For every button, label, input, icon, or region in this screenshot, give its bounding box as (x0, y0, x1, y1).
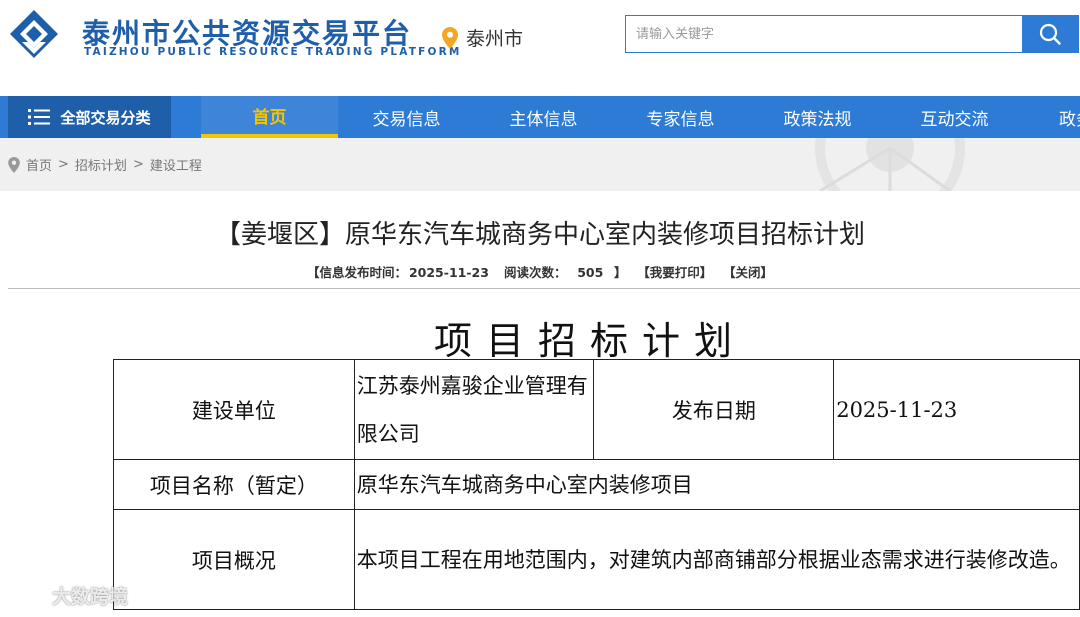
views-count: 505 (577, 265, 604, 280)
table-label: 项目名称（暂定） (113, 459, 355, 510)
nav-expert-info[interactable]: 专家信息 (612, 96, 749, 138)
search-button[interactable] (1022, 16, 1078, 52)
watermark-text: 大数跨境 (52, 586, 129, 608)
all-categories-button[interactable]: 全部交易分类 (8, 96, 171, 138)
location-city: 泰州市 (466, 28, 524, 50)
breadcrumb-construction[interactable]: 建设工程 (150, 155, 202, 174)
platform-logo-icon[interactable] (8, 8, 60, 60)
document-title: 项目招标计划 (433, 319, 746, 363)
table-row: 项目概况 本项目工程在用地范围内，对建筑内部商铺部分根据业态需求进行装修改造。 (113, 509, 1080, 610)
publish-label: 【信息发布时间： (306, 265, 407, 280)
nav-policy[interactable]: 政策法规 (749, 96, 886, 138)
main-nav: 全部交易分类 首页 交易信息 主体信息 专家信息 政策法规 互动交流 政务 (0, 96, 1080, 138)
table-value: 2025-11-23 (833, 359, 1080, 460)
print-link[interactable]: 【我要打印】 (637, 265, 712, 280)
location-selector[interactable]: 泰州市 (442, 24, 523, 51)
table-value: 本项目工程在用地范围内，对建筑内部商铺部分根据业态需求进行装修改造。 (353, 509, 1080, 610)
breadcrumb-home[interactable]: 首页 (26, 155, 52, 174)
watermark: 大数跨境 (8, 582, 128, 609)
table-row: 项目名称（暂定） 原华东汽车城商务中心室内装修项目 (113, 459, 1080, 510)
meta-close-bracket: 】 (614, 265, 627, 280)
location-pin-icon (442, 26, 458, 49)
table-label: 发布日期 (593, 359, 835, 460)
nav-government[interactable]: 政务 (1023, 96, 1080, 138)
table-row: 建设单位 江苏泰州嘉骏企业管理有限公司 发布日期 2025-11-23 (113, 359, 1080, 460)
table-label: 项目概况 (113, 509, 355, 610)
watermark-logo-icon (8, 586, 48, 605)
nav-interaction[interactable]: 互动交流 (886, 96, 1023, 138)
all-categories-label: 全部交易分类 (60, 108, 151, 127)
article-meta: 【信息发布时间： 2025-11-23 阅读次数： 505 】 【我要打印】 【关… (0, 262, 1080, 281)
close-link[interactable]: 【关闭】 (723, 265, 773, 280)
breadcrumb-tender-plan[interactable]: 招标计划 (75, 155, 127, 174)
project-info-table: 建设单位 江苏泰州嘉骏企业管理有限公司 发布日期 2025-11-23 项目名称… (113, 359, 1080, 610)
table-label: 建设单位 (113, 359, 355, 460)
search-input[interactable] (626, 16, 1042, 52)
publish-time: 2025-11-23 (408, 265, 489, 280)
site-header: 泰州市公共资源交易平台 TAIZHOU PUBLIC RESOURCE TRAD… (0, 0, 1080, 96)
breadcrumb-separator: > (132, 157, 144, 172)
breadcrumb-separator: > (58, 157, 69, 172)
table-value: 江苏泰州嘉骏企业管理有限公司 (353, 359, 595, 460)
nav-trading-info[interactable]: 交易信息 (338, 96, 475, 138)
table-value: 原华东汽车城商务中心室内装修项目 (353, 459, 1080, 510)
search-box (625, 15, 1079, 53)
breadcrumb-bar: 首页 > 招标计划 > 建设工程 (0, 138, 1080, 191)
nav-home[interactable]: 首页 (201, 96, 338, 138)
search-icon (1039, 23, 1061, 45)
article-title: 【姜堰区】原华东汽车城商务中心室内装修项目招标计划 (214, 220, 865, 250)
views-label: 阅读次数： (504, 265, 567, 280)
breadcrumb: 首页 > 招标计划 > 建设工程 (8, 138, 202, 191)
divider (8, 288, 1080, 289)
site-subtitle: TAIZHOU PUBLIC RESOURCE TRADING PLATFORM (84, 46, 462, 58)
nav-entity-info[interactable]: 主体信息 (475, 96, 612, 138)
background-decoration (815, 138, 965, 191)
location-pin-icon (8, 156, 20, 173)
list-menu-icon (28, 109, 51, 125)
